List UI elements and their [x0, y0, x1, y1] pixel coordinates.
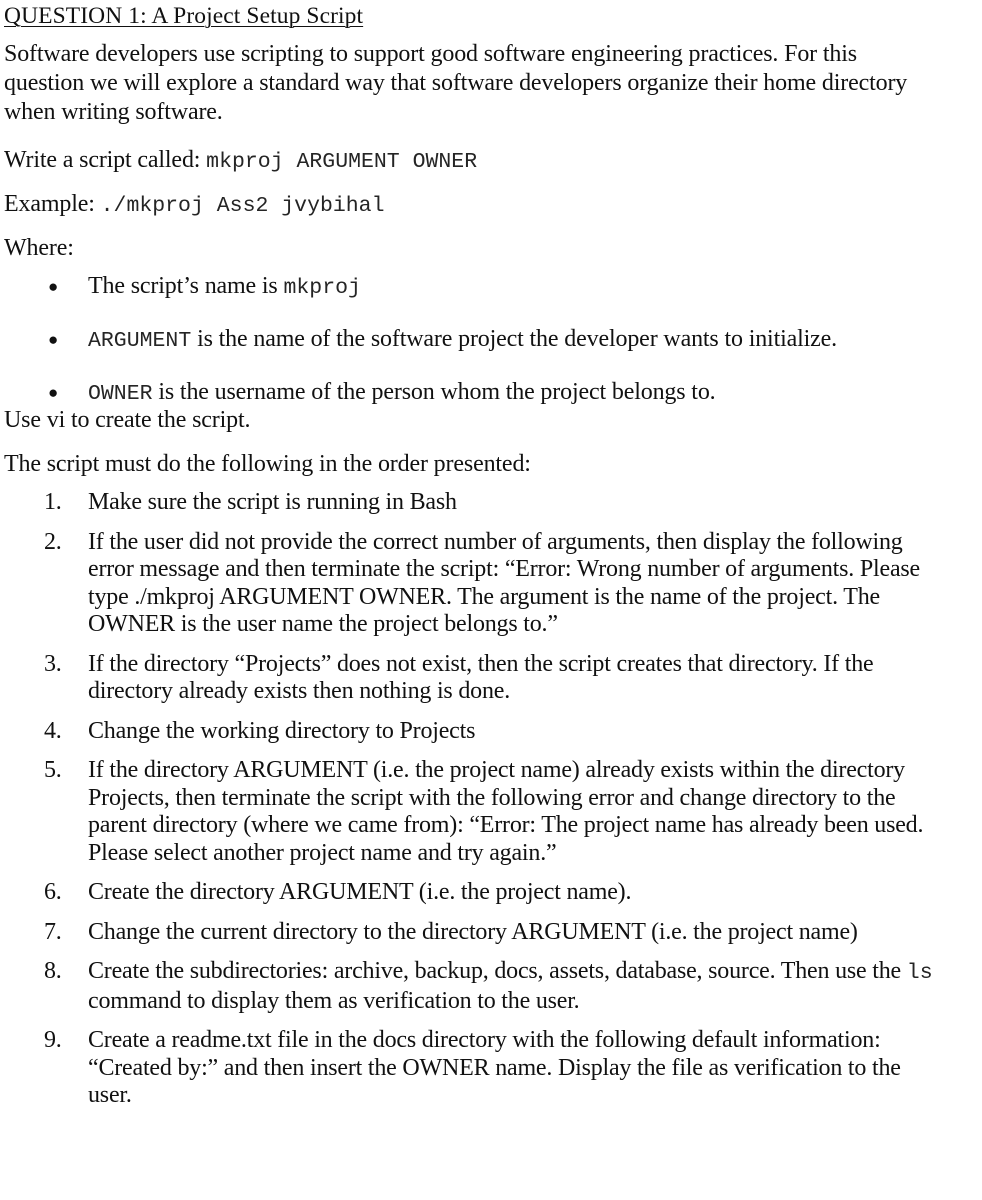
list-item: 7. Change the current directory to the d… — [0, 919, 982, 947]
list-item: 3. If the directory “Projects” does not … — [0, 651, 982, 706]
bullet-icon: ● — [48, 277, 59, 296]
step-number: 5. — [44, 757, 62, 783]
step-text: Create the directory ARGUMENT (i.e. the … — [88, 879, 632, 905]
step-number: 8. — [44, 958, 62, 984]
bullet-icon: ● — [48, 330, 59, 349]
page-title: QUESTION 1: A Project Setup Script — [4, 3, 364, 29]
step-text: If the user did not provide the correct … — [88, 528, 920, 638]
step-number: 6. — [44, 879, 62, 905]
step-text: Change the current directory to the dire… — [88, 918, 858, 945]
intro-paragraph: Software developers use scripting to sup… — [4, 41, 908, 125]
step-number: 7. — [44, 918, 62, 945]
step-text: If the directory ARGUMENT (i.e. the proj… — [88, 757, 924, 866]
step-text: Create a readme.txt file in the docs dir… — [88, 1027, 901, 1108]
steps-ordered-list: 1. Make sure the script is running in Ba… — [0, 489, 982, 1122]
list-item: 4. Change the working directory to Proje… — [0, 718, 982, 746]
script-call-line: Write a script called: mkproj ARGUMENT O… — [4, 146, 477, 177]
step-text: Change the working directory to Projects — [88, 717, 476, 744]
list-item: 5. If the directory ARGUMENT (i.e. the p… — [0, 757, 982, 867]
example-code: ./mkproj Ass2 jvybihal — [100, 194, 385, 218]
step-text-tail: command to display them as verification … — [88, 987, 580, 1014]
step-number: 2. — [44, 528, 62, 555]
step-number: 4. — [44, 717, 62, 744]
bullet-mono-term: ARGUMENT — [88, 329, 192, 353]
bullet-text-suffix: is the name of the software project the … — [191, 326, 838, 352]
document-page: QUESTION 1: A Project Setup Script Softw… — [0, 0, 982, 1200]
step-number: 3. — [44, 650, 62, 677]
bullet-text-suffix: is the username of the person whom the p… — [152, 379, 716, 405]
step-text: Create the subdirectories: archive, back… — [88, 958, 907, 984]
where-label: Where: — [4, 235, 74, 261]
list-item: 1. Make sure the script is running in Ba… — [0, 489, 982, 517]
use-vi-line: Use vi to create the script. — [4, 407, 251, 433]
step-text: If the directory “Projects” does not exi… — [88, 650, 874, 705]
step-number: 9. — [44, 1027, 62, 1053]
example-label: Example: — [4, 191, 95, 217]
list-item: 9. Create a readme.txt file in the docs … — [0, 1027, 982, 1110]
list-item: 8. Create the subdirectories: archive, b… — [0, 958, 982, 1015]
step-text: Make sure the script is running in Bash — [88, 489, 457, 515]
list-item: ● OWNER is the username of the person wh… — [0, 378, 982, 409]
script-call-code: mkproj ARGUMENT OWNER — [206, 150, 478, 174]
bullet-icon: ● — [48, 383, 59, 402]
step-text-with-code: Create the subdirectories: archive, back… — [88, 958, 948, 1015]
bullet-mono-term: OWNER — [88, 382, 153, 406]
bullet-code: mkproj — [283, 276, 361, 300]
list-item: ● The script’s name is mkproj — [0, 272, 982, 303]
bullet-text-prefix: The script’s name is — [88, 273, 284, 299]
list-item: 2. If the user did not provide the corre… — [0, 529, 982, 639]
script-call-label: Write a script called: — [4, 147, 201, 173]
step-inline-code: ls — [906, 961, 933, 985]
example-line: Example: ./mkproj Ass2 jvybihal — [4, 190, 385, 221]
order-line: The script must do the following in the … — [4, 451, 531, 477]
list-item: 6. Create the directory ARGUMENT (i.e. t… — [0, 879, 982, 907]
step-number: 1. — [44, 489, 62, 515]
list-item: ● ARGUMENT is the name of the software p… — [0, 325, 982, 356]
